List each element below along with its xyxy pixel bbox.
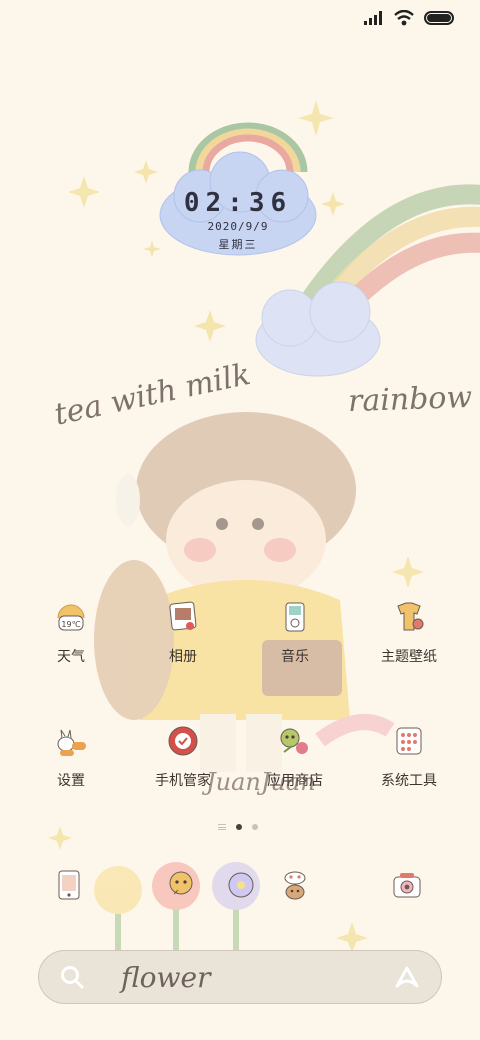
page-indicator[interactable] — [218, 824, 258, 830]
contacts-icon[interactable] — [278, 868, 312, 902]
theme-icon — [392, 600, 426, 634]
page-dot[interactable] — [252, 824, 258, 830]
clock-time: 02:36 — [183, 188, 293, 218]
clock-date: 2020/9/9 — [207, 220, 269, 233]
app-label-security: 手机管家 — [155, 773, 211, 789]
app-label-weather: 天气 — [57, 649, 85, 665]
app-label-music: 音乐 — [281, 649, 309, 665]
phone-icon[interactable] — [52, 868, 86, 902]
app-label-gallery: 相册 — [169, 649, 197, 665]
security-icon — [166, 724, 200, 758]
page-dot-current[interactable] — [236, 824, 242, 830]
battery-icon — [424, 11, 454, 25]
settings-icon — [54, 724, 88, 758]
app-weather[interactable]: 19℃ 天气 — [16, 600, 126, 666]
app-store-icon — [278, 724, 312, 758]
clock-weekday: 星期三 — [218, 238, 258, 251]
app-label-tools: 系统工具 — [381, 773, 437, 789]
wifi-icon — [394, 10, 414, 26]
page-list-icon[interactable] — [218, 824, 226, 830]
browser-icon[interactable] — [224, 868, 258, 902]
assistant-icon[interactable] — [393, 964, 421, 990]
app-label-store: 应用商店 — [267, 773, 323, 789]
app-label-settings: 设置 — [57, 773, 85, 789]
app-security[interactable]: 手机管家 — [128, 724, 238, 790]
search-bar[interactable]: flower — [38, 950, 442, 1004]
app-label-theme: 主题壁纸 — [381, 649, 437, 665]
search-icon[interactable] — [59, 964, 85, 990]
app-store[interactable]: 应用商店 — [240, 724, 350, 790]
weather-icon: 19℃ — [54, 600, 88, 634]
clock-widget[interactable]: 02:36 2020/9/9 星期三 — [158, 160, 318, 270]
status-bar — [364, 10, 454, 26]
gallery-icon — [166, 600, 200, 634]
search-text[interactable]: flower — [121, 961, 393, 994]
messages-icon[interactable] — [164, 868, 198, 902]
weather-temp: 19℃ — [61, 620, 80, 629]
app-tools[interactable]: 系统工具 — [354, 724, 464, 790]
app-settings[interactable]: 设置 — [16, 724, 126, 790]
app-gallery[interactable]: 相册 — [128, 600, 238, 666]
camera-icon[interactable] — [390, 868, 424, 902]
signal-icon — [364, 11, 382, 25]
music-icon — [278, 600, 312, 634]
app-music[interactable]: 音乐 — [240, 600, 350, 666]
app-theme[interactable]: 主题壁纸 — [354, 600, 464, 666]
wallpaper-text-rainbow: rainbow — [347, 379, 473, 420]
tools-icon — [392, 724, 426, 758]
